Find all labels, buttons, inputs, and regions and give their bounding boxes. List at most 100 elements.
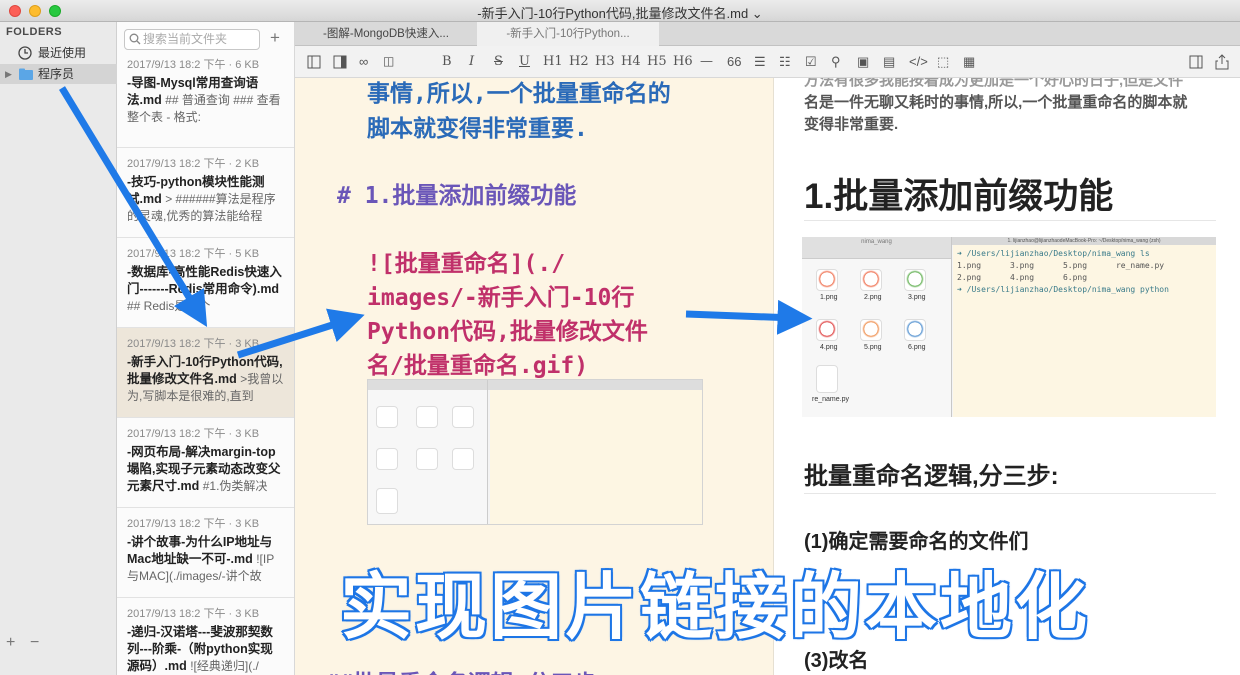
file-entry-selected[interactable]: 2017/9/13 18:2 下午 · 3 KB -新手入门-10行Python… <box>117 328 294 418</box>
heading-divider <box>804 493 1216 494</box>
bold-button[interactable]: B <box>442 54 452 69</box>
terminal-line: 2.png 4.png 6.png <box>957 273 1088 282</box>
disclosure-triangle-icon[interactable]: ▶ <box>5 64 12 84</box>
quote-button[interactable]: 66 <box>727 54 741 69</box>
file-excerpt: #1.伪类解决 <box>202 479 268 493</box>
file-date-size: 2017/9/13 18:2 下午 · 3 KB <box>127 605 285 621</box>
italic-button[interactable]: I <box>469 54 474 69</box>
file-excerpt: ![经典递归](./ <box>190 659 259 673</box>
image-thumb-icon <box>416 406 438 428</box>
link-icon[interactable]: ⚲ <box>831 54 841 70</box>
file-date: 2017/9/13 18:2 下午 <box>127 428 226 440</box>
window-title[interactable]: -新手入门-10行Python代码,批量修改文件名.md ⌄ <box>0 3 1240 22</box>
finder-toolbar: nima_wang <box>802 237 951 259</box>
finder-title: nima_wang <box>861 239 892 245</box>
file-name: -数据库-高性能Redis快速入门-------Redis常用命令).md <box>127 265 282 296</box>
finder-window: nima_wang 1.png 2.png 3.png 4.png 5.png … <box>802 237 952 417</box>
table-icon[interactable]: ▦ <box>963 54 975 70</box>
file-thumb-label: 2.png <box>864 294 882 301</box>
h1-button[interactable]: H1 <box>543 54 563 69</box>
image-thumb-icon <box>860 269 882 291</box>
terminal-title: 1. lijianzhao@lijianzhaodeMacBook-Pro: ~… <box>1007 238 1161 244</box>
image-icon[interactable]: ▣ <box>857 54 869 70</box>
tab-current[interactable]: -新手入门-10行Python... <box>477 22 659 46</box>
new-file-button[interactable]: + <box>270 28 280 48</box>
folder-programmer-label: 程序员 <box>38 67 75 81</box>
preview-paragraph: 方法有很多我能按着成为更加是一个好心的日子,但是文件 名是一件无聊又耗时的事情,… <box>804 78 1187 136</box>
terminal-line: ➜ /Users/lijianzhao/Desktop/nima_wang py… <box>957 285 1169 294</box>
strikethrough-button[interactable]: S <box>494 54 503 69</box>
h3-button[interactable]: H3 <box>595 54 615 69</box>
code-block-icon[interactable]: ⬚ <box>937 54 949 70</box>
heading-divider <box>804 220 1216 221</box>
terminal-titlebar <box>488 380 702 390</box>
folder-recent[interactable]: 最近使用 <box>0 43 117 63</box>
file-thumb-label: 5.png <box>864 344 882 351</box>
hr-button[interactable]: — <box>700 54 713 69</box>
share-icon[interactable] <box>1215 54 1229 70</box>
file-size: · 3 KB <box>228 608 260 620</box>
focus-mode-icon[interactable]: ◫ <box>383 54 394 68</box>
file-title: -网页布局-解决margin-top塌陷,实现子元素动态改变父元素尺寸.md #… <box>127 444 285 495</box>
file-entry[interactable]: 2017/9/13 18:2 下午 · 2 KB -技巧-python模块性能测… <box>117 148 294 238</box>
link-mode-icon[interactable]: ∞ <box>359 54 368 69</box>
h6-button[interactable]: H6 <box>673 54 693 69</box>
tab-mongodb[interactable]: -图解-MongoDB快速入... <box>295 22 477 46</box>
editor-line: 脚本就变得非常重要. <box>367 116 588 142</box>
image-thumb-icon <box>904 319 926 341</box>
file-date: 2017/9/13 18:2 下午 <box>127 59 226 71</box>
underline-button[interactable]: U <box>519 54 530 69</box>
sidebar-toggle-icon[interactable] <box>307 55 321 69</box>
split-view-icon[interactable] <box>333 55 347 69</box>
finder-titlebar <box>368 380 487 390</box>
h2-button[interactable]: H2 <box>569 54 589 69</box>
file-entry[interactable]: 2017/9/13 18:2 下午 · 6 KB -导图-Mysql常用查询语法… <box>117 49 294 148</box>
preview-toggle-icon[interactable] <box>1189 55 1203 69</box>
file-thumb-label: re_name.py <box>812 396 849 403</box>
code-icon[interactable]: </> <box>909 54 928 69</box>
h4-button[interactable]: H4 <box>621 54 641 69</box>
tab-bar: -图解-MongoDB快速入... -新手入门-10行Python... <box>295 22 1240 46</box>
preview-h1: 1.批量添加前缀功能 <box>804 177 1114 216</box>
file-date-size: 2017/9/13 18:2 下午 · 6 KB <box>127 56 285 72</box>
checkbox-icon[interactable]: ☑ <box>805 54 817 70</box>
file-size: · 2 KB <box>228 158 260 170</box>
add-folder-button[interactable]: + <box>6 634 15 652</box>
python-file-icon <box>376 488 398 514</box>
file-title: -新手入门-10行Python代码,批量修改文件名.md >我曾以为,写脚本是很… <box>127 354 285 405</box>
file-thumb-label: 6.png <box>908 344 926 351</box>
image-thumb-icon <box>416 448 438 470</box>
file-entry[interactable]: 2017/9/13 18:2 下午 · 3 KB -网页布局-解决margin-… <box>117 418 294 508</box>
editor-heading: ##批量重命名逻辑,分三步 <box>325 664 597 675</box>
unordered-list-icon[interactable]: ☷ <box>779 54 791 70</box>
file-entry[interactable]: 2017/9/13 18:2 下午 · 3 KB -递归-汉诺塔---斐波那契数… <box>117 598 294 675</box>
file-excerpt: ## Redis是一个 <box>127 299 211 313</box>
file-date-size: 2017/9/13 18:2 下午 · 3 KB <box>127 425 285 441</box>
file-title: -导图-Mysql常用查询语法.md ## 普通查询 ### 查看整个表 - 格… <box>127 75 285 126</box>
folders-sidebar: FOLDERS 最近使用 ▶ 程序员 <box>0 22 117 675</box>
clock-icon <box>18 46 32 60</box>
file-list: 搜索当前文件夹 + 2017/9/13 18:2 下午 · 6 KB -导图-M… <box>117 22 295 675</box>
ordered-list-icon[interactable]: ☰ <box>754 54 766 70</box>
search-input[interactable]: 搜索当前文件夹 <box>124 29 260 50</box>
folder-icon <box>19 68 33 80</box>
editor-heading: # 1.批量添加前缀功能 <box>337 183 577 209</box>
h5-button[interactable]: H5 <box>647 54 667 69</box>
file-name: -讲个故事-为什么IP地址与Mac地址缺一不可-.md <box>127 535 273 566</box>
file-date-size: 2017/9/13 18:2 下午 · 3 KB <box>127 515 285 531</box>
file-thumb-label: 4.png <box>820 344 838 351</box>
preview-line: 变得非常重要. <box>804 116 899 133</box>
python-file-icon <box>816 365 838 393</box>
folder-programmer[interactable]: ▶ 程序员 <box>0 64 117 84</box>
terminal-titlebar: 1. lijianzhao@lijianzhaodeMacBook-Pro: ~… <box>952 237 1216 245</box>
file-entry[interactable]: 2017/9/13 18:2 下午 · 5 KB -数据库-高性能Redis快速… <box>117 238 294 328</box>
file-date: 2017/9/13 18:2 下午 <box>127 518 226 530</box>
image-upload-icon[interactable]: ▤ <box>883 54 895 70</box>
search-icon <box>129 33 141 45</box>
preview-image: nima_wang 1.png 2.png 3.png 4.png 5.png … <box>802 237 1216 417</box>
file-title: -递归-汉诺塔---斐波那契数列---阶乘-（附python实现源码）.md !… <box>127 624 285 675</box>
file-entry[interactable]: 2017/9/13 18:2 下午 · 3 KB -讲个故事-为什么IP地址与M… <box>117 508 294 598</box>
format-toolbar: ∞ ◫ B I S U H1 H2 H3 H4 H5 H6 — 66 ☰ ☷ ☑… <box>295 46 1240 78</box>
file-date: 2017/9/13 18:2 下午 <box>127 338 226 350</box>
remove-folder-button[interactable]: − <box>30 634 39 652</box>
